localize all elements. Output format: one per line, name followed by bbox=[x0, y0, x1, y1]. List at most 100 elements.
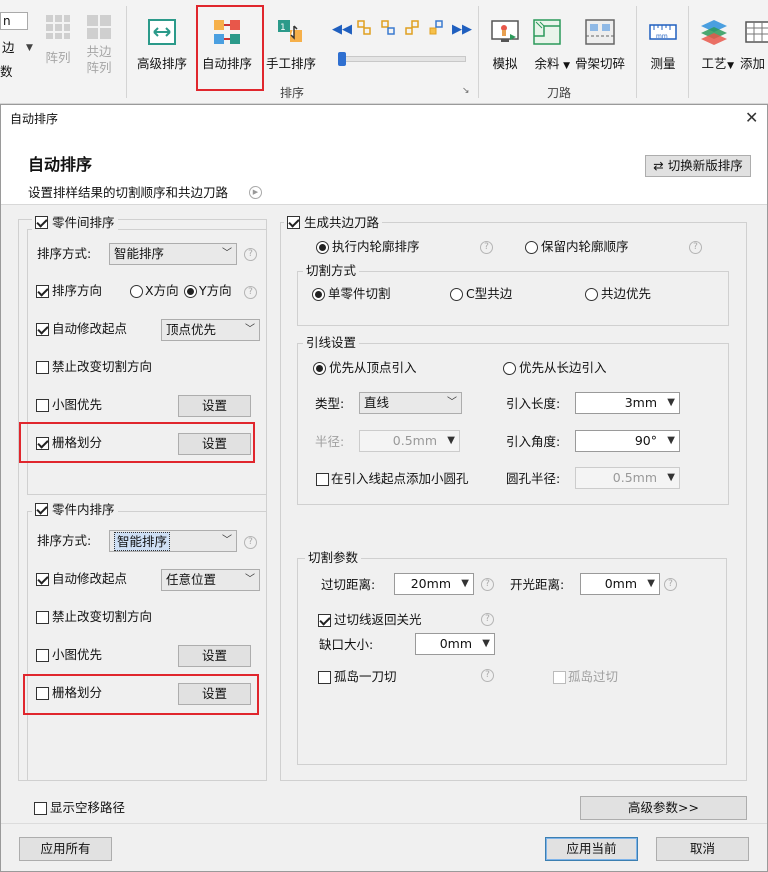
between-parts-checkbox[interactable] bbox=[35, 216, 48, 229]
from-vertex-label: 优先从顶点引入 bbox=[329, 360, 417, 375]
apply-all-button[interactable]: 应用所有 bbox=[19, 837, 112, 861]
help-icon[interactable]: ? bbox=[244, 286, 257, 299]
within-sort-method-value: 智能排序 bbox=[114, 532, 171, 551]
sequence-slider[interactable] bbox=[338, 56, 466, 62]
cancel-button[interactable]: 取消 bbox=[656, 837, 749, 861]
between-no-change-dir-checkbox[interactable] bbox=[36, 361, 49, 374]
between-grid-settings-button[interactable]: 设置 bbox=[178, 433, 251, 455]
chevron-down-icon[interactable]: ▼ bbox=[647, 574, 655, 594]
from-vertex-radio[interactable] bbox=[313, 362, 326, 375]
simulate-button[interactable]: 模拟 bbox=[486, 18, 524, 72]
common-array-button[interactable]: 共边 阵列 bbox=[82, 14, 116, 76]
switch-new-sort-button[interactable]: ⇄ 切换新版排序 bbox=[645, 155, 751, 177]
within-small-first-settings-button[interactable]: 设置 bbox=[178, 645, 251, 667]
between-auto-start-select[interactable]: 顶点优先 ﹀ bbox=[161, 319, 260, 341]
within-grid-checkbox[interactable] bbox=[36, 687, 49, 700]
hole-radius-input[interactable]: 0.5mm ▼ bbox=[575, 467, 680, 489]
chevron-down-icon[interactable]: ▼ bbox=[667, 431, 675, 451]
c-type-radio[interactable] bbox=[450, 288, 463, 301]
within-grid-settings-button[interactable]: 设置 bbox=[178, 683, 251, 705]
sequence-slider-thumb[interactable] bbox=[338, 52, 346, 66]
help-icon[interactable]: ? bbox=[481, 669, 494, 682]
ribbon-toolbar: n 边 数 ▼ 阵列 共边 阵列 高级排序 自动排序 1 手工排序 ◀◀ ▶▶ … bbox=[0, 0, 768, 104]
between-small-first-checkbox[interactable] bbox=[36, 399, 49, 412]
manual-sort-button[interactable]: 1 手工排序 bbox=[264, 18, 318, 72]
overcut-input[interactable]: 20mm ▼ bbox=[394, 573, 474, 595]
help-icon[interactable]: ? bbox=[481, 613, 494, 626]
radius-input[interactable]: 0.5mm ▼ bbox=[359, 430, 460, 452]
y-direction-radio[interactable] bbox=[184, 285, 197, 298]
within-auto-start-checkbox[interactable] bbox=[36, 573, 49, 586]
last-icon[interactable]: ▶▶ bbox=[452, 22, 472, 37]
next-part-icon[interactable] bbox=[429, 20, 443, 39]
help-icon[interactable]: ? bbox=[244, 248, 257, 261]
between-sort-method-select[interactable]: 智能排序 ﹀ bbox=[109, 243, 237, 265]
process-chevron-down-icon[interactable]: ▼ bbox=[727, 58, 734, 74]
show-travel-path-checkbox[interactable] bbox=[34, 802, 47, 815]
between-small-first-label: 小图优先 bbox=[52, 397, 103, 412]
within-auto-start-select[interactable]: 任意位置 ﹀ bbox=[161, 569, 260, 591]
lead-angle-input[interactable]: 90° ▼ bbox=[575, 430, 680, 452]
lead-length-input[interactable]: 3mm ▼ bbox=[575, 392, 680, 414]
remnant-button[interactable]: 余料 ▼ bbox=[528, 18, 570, 72]
add-button[interactable]: 添加 bbox=[740, 18, 768, 72]
measure-button[interactable]: mm 测量 bbox=[644, 18, 682, 72]
help-icon[interactable]: ? bbox=[244, 536, 257, 549]
opening-input[interactable]: 0mm ▼ bbox=[580, 573, 660, 595]
play-help-icon[interactable]: ▶ bbox=[249, 186, 262, 199]
advanced-params-button[interactable]: 高级参数>> bbox=[580, 796, 747, 820]
common-edge-checkbox[interactable] bbox=[287, 216, 300, 229]
toolpath-group-label: 刀路 bbox=[547, 86, 572, 100]
between-small-first-settings-button[interactable]: 设置 bbox=[178, 395, 251, 417]
close-icon[interactable]: ✕ bbox=[745, 108, 758, 127]
help-icon[interactable]: ? bbox=[689, 241, 702, 254]
chevron-down-icon[interactable]: ▼ bbox=[461, 574, 469, 594]
first-icon[interactable]: ◀◀ bbox=[332, 22, 352, 37]
single-part-cut-radio[interactable] bbox=[312, 288, 325, 301]
common-first-radio[interactable] bbox=[585, 288, 598, 301]
remnant-chevron-down-icon[interactable]: ▼ bbox=[563, 58, 570, 74]
sort-direction-checkbox[interactable] bbox=[36, 285, 49, 298]
ribbon-separator-4 bbox=[688, 6, 689, 98]
from-long-edge-radio[interactable] bbox=[503, 362, 516, 375]
between-auto-start-checkbox[interactable] bbox=[36, 323, 49, 336]
common-array-label-1: 共边 bbox=[86, 44, 112, 59]
array-button[interactable]: 阵列 bbox=[42, 14, 74, 66]
help-icon[interactable]: ? bbox=[664, 578, 677, 591]
lead-type-select[interactable]: 直线 ﹀ bbox=[359, 392, 462, 414]
help-icon[interactable]: ? bbox=[480, 241, 493, 254]
keep-inner-radio[interactable] bbox=[525, 241, 538, 254]
within-parts-checkbox[interactable] bbox=[35, 503, 48, 516]
chevron-down-icon: ﹀ bbox=[245, 574, 255, 585]
skeleton-cut-button[interactable]: 骨架切碎 bbox=[574, 18, 626, 72]
help-icon[interactable]: ? bbox=[481, 578, 494, 591]
move-part-icon[interactable] bbox=[381, 20, 395, 39]
advanced-sort-button[interactable]: 高级排序 bbox=[134, 18, 190, 72]
apply-current-button[interactable]: 应用当前 bbox=[545, 837, 638, 861]
chevron-down-icon[interactable]: ▼ bbox=[667, 393, 675, 413]
island-one-cut-checkbox[interactable] bbox=[318, 671, 331, 684]
return-off-checkbox[interactable] bbox=[318, 614, 331, 627]
between-grid-checkbox[interactable] bbox=[36, 437, 49, 450]
process-button[interactable]: 工艺 ▼ bbox=[696, 18, 734, 74]
exec-inner-radio[interactable] bbox=[316, 241, 329, 254]
chevron-down-icon[interactable]: ▼ bbox=[482, 634, 490, 654]
x-direction-label: X方向 bbox=[145, 283, 179, 298]
chevron-down-icon: ﹀ bbox=[222, 535, 232, 546]
island-overcut-checkbox[interactable] bbox=[553, 671, 566, 684]
swap-part-icon[interactable] bbox=[405, 20, 419, 39]
within-no-change-dir-checkbox[interactable] bbox=[36, 611, 49, 624]
from-long-edge-label: 优先从长边引入 bbox=[519, 360, 607, 375]
simulate-label: 模拟 bbox=[492, 56, 518, 71]
dialog-launcher-icon[interactable]: ↘ bbox=[462, 86, 470, 96]
within-small-first-checkbox[interactable] bbox=[36, 649, 49, 662]
gap-input[interactable]: 0mm ▼ bbox=[415, 633, 495, 655]
within-sort-method-select[interactable]: 智能排序 ﹀ bbox=[109, 530, 237, 552]
cut-mode-title: 切割方式 bbox=[303, 263, 360, 279]
prev-part-icon[interactable] bbox=[357, 20, 371, 39]
add-hole-checkbox[interactable] bbox=[316, 473, 329, 486]
remnant-label: 余料 bbox=[534, 56, 560, 71]
partial-left-combo[interactable]: n bbox=[0, 12, 28, 30]
x-direction-radio[interactable] bbox=[130, 285, 143, 298]
partial-left-label-1: 边 bbox=[2, 40, 15, 55]
